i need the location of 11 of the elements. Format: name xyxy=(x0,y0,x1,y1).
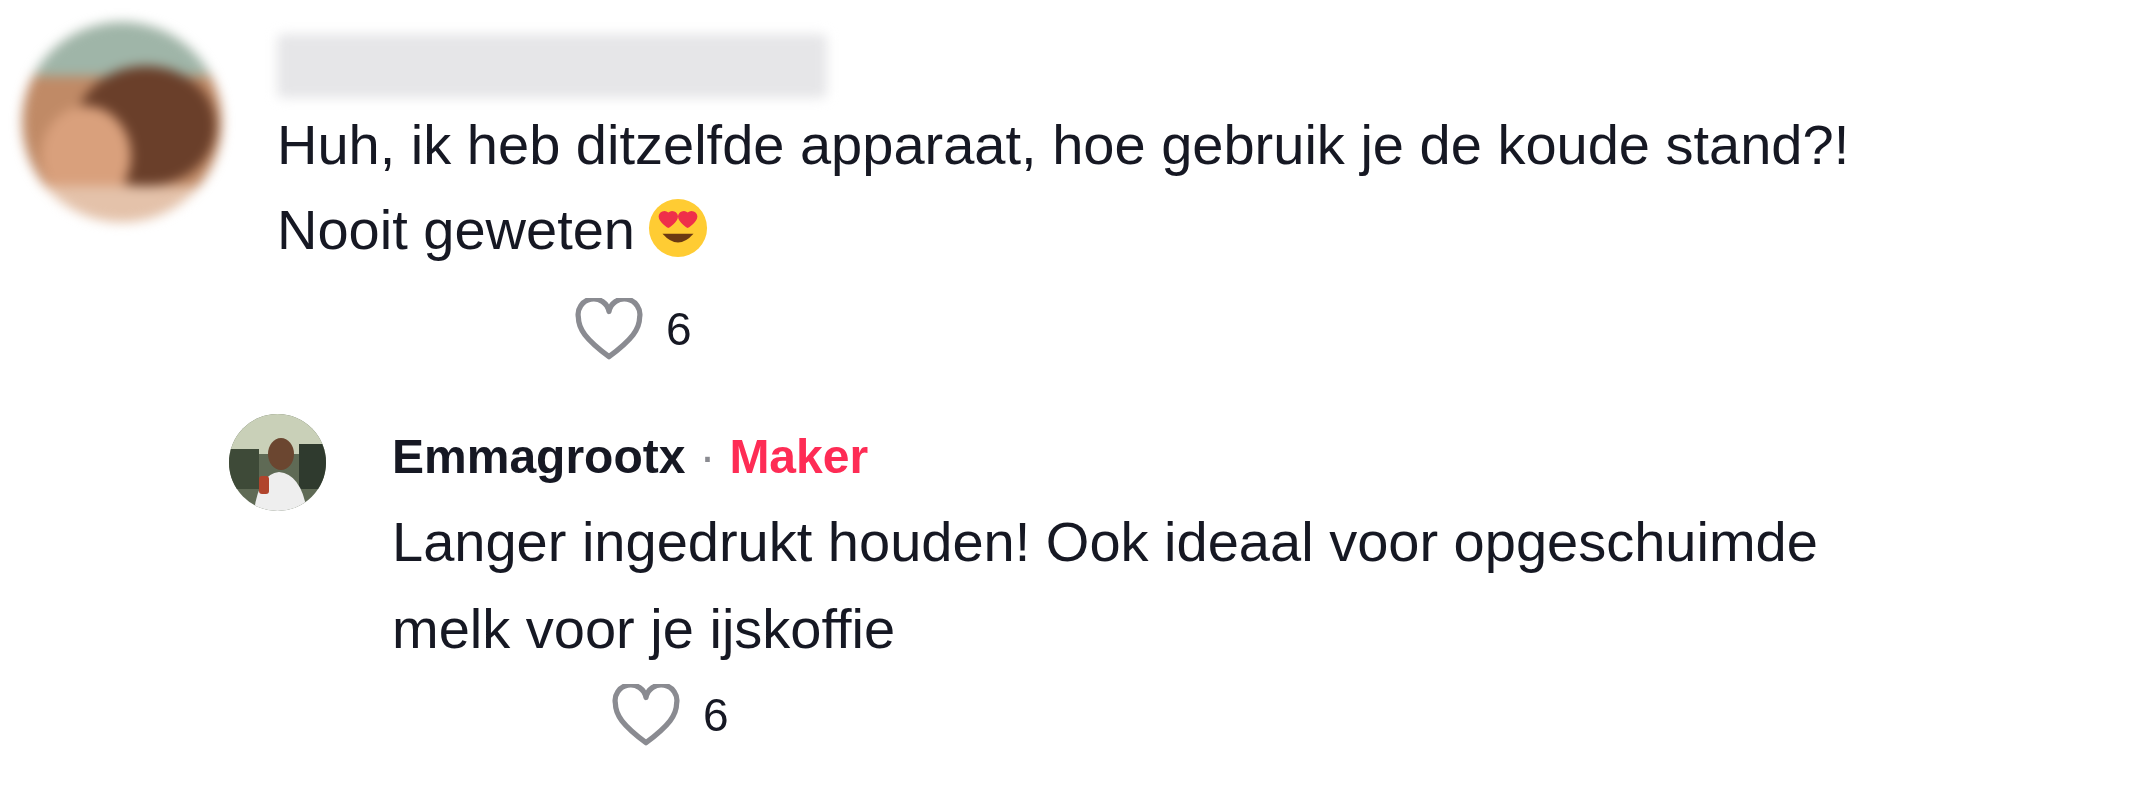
comment-text: Huh, ik heb ditzelfde apparaat, hoe gebruik je de koude stand?! xyxy=(277,113,1850,176)
heart-icon[interactable] xyxy=(574,298,644,360)
heart-icon[interactable] xyxy=(611,684,681,746)
creator-label: Maker xyxy=(729,428,869,484)
like-count: 6 xyxy=(666,302,692,356)
comment-text: Nooit geweten xyxy=(277,198,635,261)
heart-eyes-emoji-icon xyxy=(647,197,709,259)
reply-text: Langer ingedrukt houden! Ook ideaal voor opgeschuimde melk voor je ijskoffie xyxy=(392,509,1819,662)
username[interactable]: Emmagrootx xyxy=(392,428,686,484)
like-count: 6 xyxy=(703,688,729,742)
separator-dot: · xyxy=(699,428,716,484)
